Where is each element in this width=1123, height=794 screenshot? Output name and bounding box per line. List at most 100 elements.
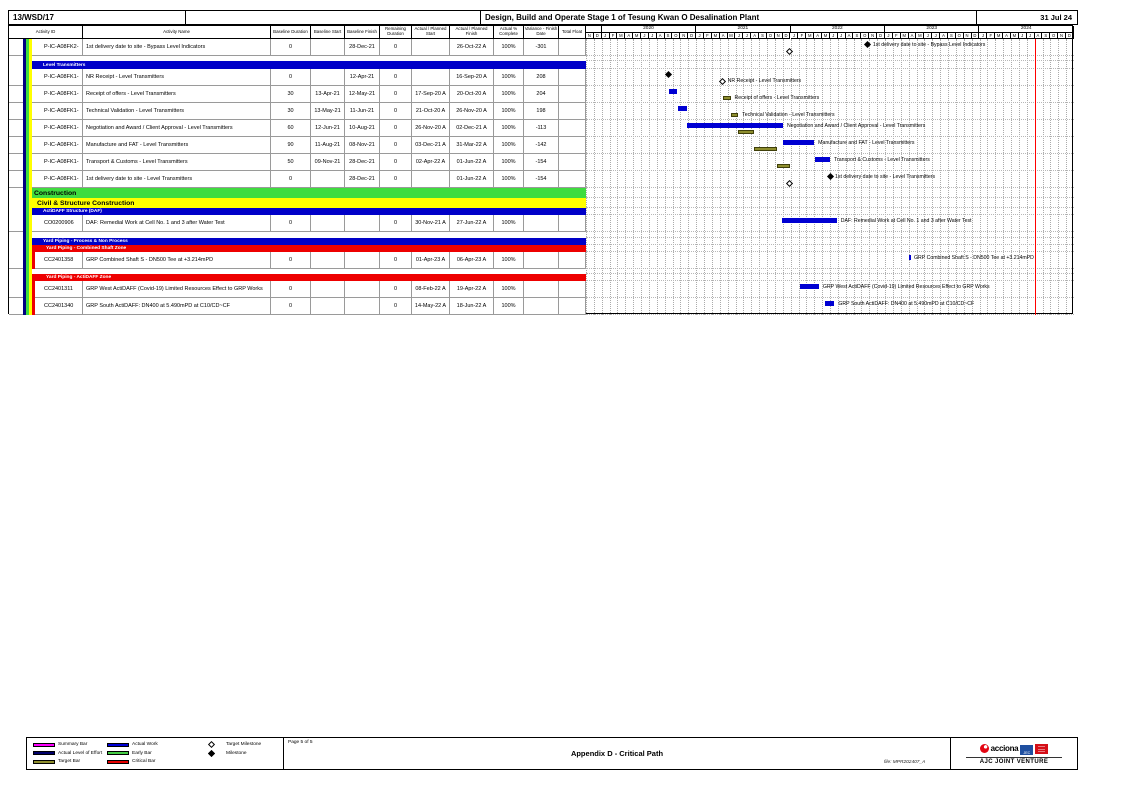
cell-actual_finish: 01-Jun-22 A [450,171,494,188]
band-row: Civil & Structure Construction [9,198,1074,208]
cell-baseline_duration: 0 [271,171,311,188]
cell-baseline_duration: 90 [271,137,311,154]
hierarchy-stripe-red [32,245,35,252]
cell-remaining_duration: 0 [380,252,412,269]
cell-baseline_start: 09-Nov-21 [311,154,345,171]
group-band: ActiDAFF Structure (DAF) [32,208,586,215]
column-header-pct: Actual % Complete [494,26,524,39]
header-empty-box [186,11,481,24]
cell-remaining_duration: 0 [380,103,412,120]
gantt-bar-label: Negotiation and Award / Client Approval … [787,123,925,130]
cell-actual_finish: 01-Jun-22 A [450,154,494,171]
cell-variance: 198 [524,103,559,120]
gantt-target-bar [723,96,731,100]
timeline-year-group: ND [586,26,602,39]
band-row: Construction [9,188,1074,198]
band-row: Yard Piping - Process & Non Process [9,238,1074,245]
gantt-row-strip [586,198,1074,208]
acciona-logo-text: acciona [991,744,1019,753]
acciona-logo-icon [980,744,989,753]
cell-baseline_duration: 50 [271,154,311,171]
cell-baseline_duration: 0 [271,39,311,56]
cell-actual_finish: 18-Jun-22 A [450,298,494,315]
cell-baseline_duration: 0 [271,215,311,232]
cell-activity_id: CC2401358 [9,252,83,269]
cell-remaining_duration: 0 [380,171,412,188]
milestone-icon [208,749,215,756]
cell-pct: 100% [494,154,524,171]
gantt-bar-label: DAF: Remedial Work at Cell No. 1 and 3 a… [841,218,972,225]
cell-variance: 208 [524,69,559,86]
cell-actual_start: 03-Dec-21 A [412,137,450,154]
column-header-variance: Variance - Finish Date [524,26,559,39]
table-column-headers: Activity IDActivity NameBaseline Duratio… [9,26,586,39]
cell-pct: 100% [494,281,524,298]
cell-baseline_start: 11-Aug-21 [311,137,345,154]
legend-column: Actual Work Early Bar Critical Bar [107,742,158,764]
cell-pct: 100% [494,171,524,188]
gantt-row-strip [586,188,1074,198]
cell-baseline_start [311,281,345,298]
cell-activity_id: P-IC-A08FK1- [9,103,83,120]
cell-variance: 204 [524,86,559,103]
cell-actual_finish: 26-Oct-22 A [450,39,494,56]
gantt-target-bar [731,113,738,117]
joint-venture-logo-block: acciona JEC AJC JOINT VENTURE [951,738,1077,769]
cell-float [559,39,586,56]
column-header-actual_finish: Actual / Planned Finish [450,26,494,39]
cell-activity_id: CO0200906 [9,215,83,232]
cell-remaining_duration: 0 [380,120,412,137]
gantt-actual-bar [825,301,834,306]
gantt-actual-bar [782,218,836,223]
cell-baseline_finish: 11-Jun-21 [345,103,380,120]
cell-activity_name: NR Receipt - Level Transmitters [83,69,271,86]
group-band: Yard Piping - Process & Non Process [32,238,586,245]
gantt-row-strip [586,61,1074,69]
report-header-strip: 13/WSD/17 Design, Build and Operate Stag… [8,10,1078,25]
gantt-bar-label: Receipt of offers - Level Transmitters [735,95,820,102]
cell-baseline_duration: 0 [271,298,311,315]
table-row: P-IC-A08FK1-Technical Validation - Level… [9,103,1074,120]
cell-pct: 100% [494,86,524,103]
table-row: P-IC-A08FK1-1st delivery date to site - … [9,171,1074,188]
legend-bar-swatch [107,751,129,755]
gantt-bar-label: GRP Combined Shaft S - DN500 Tee at +3.2… [914,255,1034,262]
cell-float [559,298,586,315]
band-row: ActiDAFF Structure (DAF) [9,208,1074,215]
cell-float [559,103,586,120]
column-header-baseline_start: Baseline Start [311,26,345,39]
cell-activity_name: 1st delivery date to site - Bypass Level… [83,39,271,56]
legend-item: Summary Bar [33,742,102,747]
cell-remaining_duration: 0 [380,281,412,298]
cell-baseline_start [311,298,345,315]
cell-float [559,215,586,232]
cell-activity_id: P-IC-A08FK1- [9,69,83,86]
band-row: Yard Piping - ActiDAFF Zone [9,274,1074,281]
legend-label: Critical Bar [132,759,155,764]
legend-section: Summary BarActual Level of EffortTarget … [27,738,284,769]
gantt-bar-label: Manufacture and FAT - Level Transmitters [818,140,914,147]
gantt-bar-label: NR Receipt - Level Transmitters [728,78,802,85]
partner-logos: acciona JEC [980,742,1049,755]
cell-remaining_duration: 0 [380,86,412,103]
legend-label: Actual Work [132,742,158,747]
table-row: CC2401311GRP West ActiDAFF (Covid-19) Li… [9,281,1074,298]
cell-baseline_finish [345,215,380,232]
timeline-year-group: 2022JFMAMJJASOND [791,26,885,39]
cell-actual_finish: 06-Apr-23 A [450,252,494,269]
table-row: P-IC-A08FK2-1st delivery date to site - … [9,39,1074,56]
cell-variance: -142 [524,137,559,154]
legend-bar-swatch [107,760,129,764]
cell-baseline_duration: 0 [271,252,311,269]
chun-wo-logo [1035,744,1048,754]
cell-baseline_duration: 0 [271,281,311,298]
legend-item: Early Bar [107,751,158,756]
legend-label: Actual Level of Effort [58,751,102,756]
gantt-row-strip [586,154,1074,171]
cell-baseline_finish: 10-Aug-21 [345,120,380,137]
cell-activity_id: P-IC-A08FK1- [9,137,83,154]
legend-item: Actual Work [107,742,158,747]
cell-variance: -301 [524,39,559,56]
gantt-actual-bar [687,123,783,128]
cell-actual_finish: 26-Nov-20 A [450,103,494,120]
